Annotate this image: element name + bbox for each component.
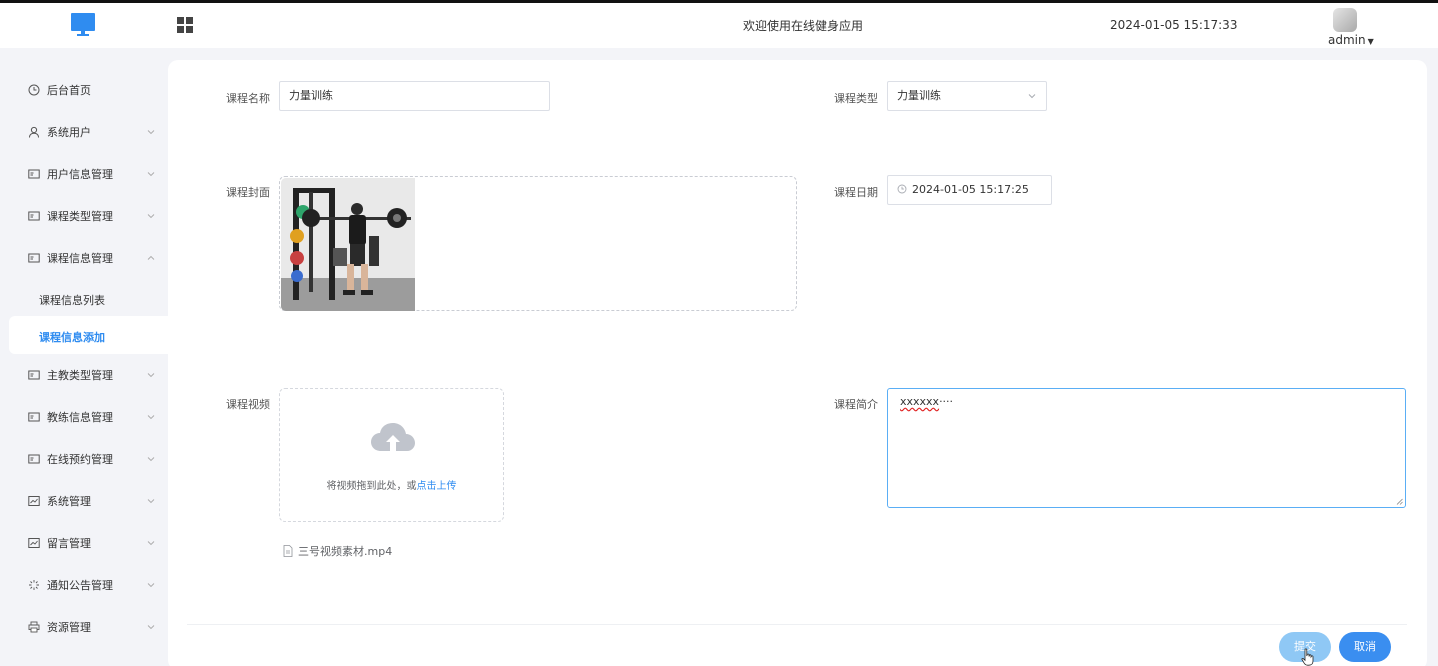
chevron-down-icon [145,579,157,591]
chevron-down-icon [145,126,157,138]
video-upload-dropzone[interactable]: 将视频拖到此处，或点击上传 [279,388,504,522]
card-icon [27,452,41,466]
card-icon [27,251,41,265]
chevron-down-icon [145,369,157,381]
upload-link[interactable]: 点击上传 [417,481,457,492]
upload-hint: 将视频拖到此处，或 [326,481,417,492]
sidebar-sub-item-course-list[interactable]: 课程信息列表 [39,292,105,308]
sidebar-item-7[interactable]: 教练信息管理 [27,407,157,427]
sidebar-item-11[interactable]: 通知公告管理 [27,575,157,595]
sidebar-item-2[interactable]: 系统用户 [27,122,157,142]
spark-icon [27,578,41,592]
course-intro-label: 课程简介 [834,398,878,411]
top-bar: 欢迎使用在线健身应用 2024-01-05 15:17:33 admin ▼ [0,0,1438,48]
course-type-label: 课程类型 [834,92,878,105]
user-menu[interactable]: admin ▼ [1328,33,1374,47]
course-name-input[interactable]: 力量训练 [279,81,550,111]
resize-handle-icon[interactable] [1396,498,1403,505]
sidebar-item-label: 用户信息管理 [47,168,113,181]
chevron-down-icon [145,210,157,222]
sidebar-sub-item-course-add[interactable]: 课程信息添加 [39,329,105,345]
chevron-down-icon [1028,94,1036,99]
current-datetime: 2024-01-05 15:17:33 [1110,18,1238,32]
chevron-down-icon [145,453,157,465]
uploaded-file-name: 三号视频素材.mp4 [298,545,393,558]
sidebar-item-12[interactable]: 资源管理 [27,617,157,637]
hand-cursor-icon [1301,648,1314,666]
clock-icon [27,83,41,97]
sidebar-item-label: 系统用户 [47,126,91,139]
course-type-value: 力量训练 [897,89,941,102]
form-panel [168,60,1427,666]
printer-icon [27,620,41,634]
card-icon [27,368,41,382]
intro-text-rest: ···· [939,395,954,408]
sidebar-item-label: 课程类型管理 [47,210,113,223]
course-name-label: 课程名称 [226,92,270,105]
chevron-down-icon [145,621,157,633]
chart-icon [27,494,41,508]
monitor-logo-icon [71,13,95,39]
card-icon [27,410,41,424]
sidebar-item-label: 在线预约管理 [47,453,113,466]
cancel-button[interactable]: 取消 [1339,632,1391,662]
cover-image [281,178,415,311]
course-video-label: 课程视频 [226,398,270,411]
sidebar-item-4[interactable]: 课程类型管理 [27,206,157,226]
course-date-label: 课程日期 [834,186,878,199]
chevron-down-icon [145,168,157,180]
sidebar-item-9[interactable]: 系统管理 [27,491,157,511]
uploaded-file-item[interactable]: 三号视频素材.mp4 [283,543,392,559]
sidebar-item-label: 主教类型管理 [47,369,113,382]
course-date-value: 2024-01-05 15:17:25 [912,183,1029,196]
chevron-up-icon [145,252,157,264]
card-icon [27,167,41,181]
sidebar-item-label: 系统管理 [47,495,91,508]
sidebar-item-label: 后台首页 [47,84,91,97]
sidebar-item-label: 通知公告管理 [47,579,113,592]
document-icon [283,545,293,557]
grid-menu-icon[interactable] [177,17,193,33]
cloud-upload-icon [371,423,415,451]
cover-upload-area[interactable] [279,176,797,311]
sidebar-item-5[interactable]: 课程信息管理 [27,248,157,268]
sidebar-item-1[interactable]: 后台首页 [27,80,157,100]
chevron-down-icon [145,495,157,507]
sidebar-item-8[interactable]: 在线预约管理 [27,449,157,469]
sidebar-item-label: 留言管理 [47,537,91,550]
footer-divider [187,624,1407,625]
user-name: admin [1328,33,1366,47]
sidebar-item-label: 教练信息管理 [47,411,113,424]
sidebar-item-label: 资源管理 [47,621,91,634]
sidebar-item-10[interactable]: 留言管理 [27,533,157,553]
course-intro-textarea[interactable]: xxxxxx···· [887,388,1406,508]
avatar[interactable] [1333,8,1357,32]
clock-icon [897,184,907,194]
card-icon [27,209,41,223]
sidebar-item-3[interactable]: 用户信息管理 [27,164,157,184]
chart-icon [27,536,41,550]
user-icon [27,125,41,139]
caret-down-icon: ▼ [1367,37,1374,46]
course-date-picker[interactable]: 2024-01-05 15:17:25 [887,175,1052,205]
chevron-down-icon [145,537,157,549]
course-type-select[interactable]: 力量训练 [887,81,1047,111]
sidebar-item-6[interactable]: 主教类型管理 [27,365,157,385]
intro-text-misspelled: xxxxxx [900,395,940,408]
chevron-down-icon [145,411,157,423]
sidebar-item-label: 课程信息管理 [47,252,113,265]
course-cover-label: 课程封面 [226,186,270,199]
